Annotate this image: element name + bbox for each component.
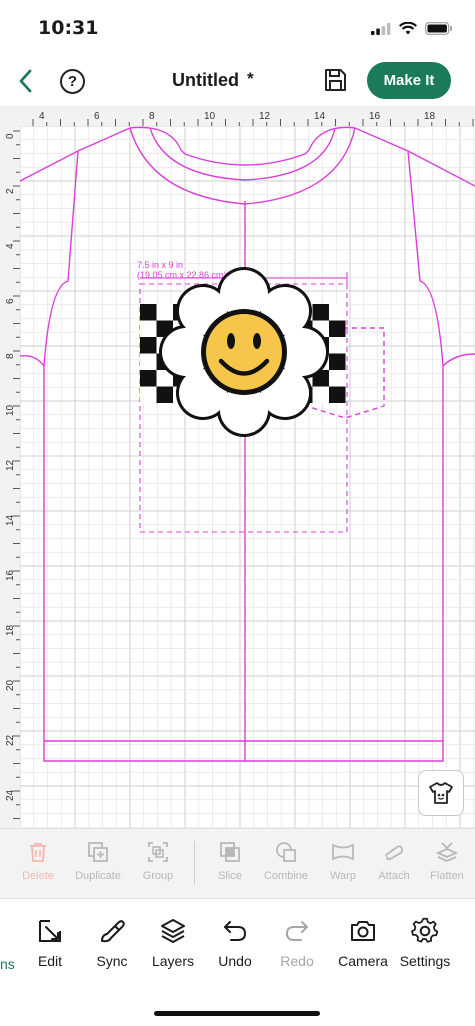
settings-icon: [411, 917, 439, 943]
group-icon: [148, 842, 168, 862]
ruler-left-label: 20: [5, 679, 16, 691]
nav-edit-label: Edit: [37, 953, 63, 969]
camera-icon: [351, 921, 375, 941]
ruler-left-label: 22: [5, 734, 16, 746]
layers-icon: [161, 919, 185, 943]
save-icon: [325, 69, 346, 91]
tshirt-icon: [429, 782, 453, 804]
ruler-left-label: 14: [5, 514, 16, 526]
status-icons: [371, 22, 453, 35]
slice-label: Slice: [218, 870, 242, 882]
bottom-navigation: ns Edit Sync Layers Undo Redo Camera Set…: [0, 898, 475, 1026]
ruler-top-label: 16: [369, 111, 381, 122]
undo-icon: [224, 921, 247, 941]
help-icon: ?: [67, 73, 78, 90]
ruler-left-label: 16: [5, 569, 16, 581]
attach-label: Attach: [378, 870, 410, 882]
home-indicator[interactable]: [154, 1011, 320, 1016]
ruler-left-label: 8: [5, 353, 16, 359]
canvas-drawing[interactable]: 4 6 8 10 12 14 16 18 0 2 4 6 8 10 12 14 …: [0, 106, 475, 828]
delete-label: Delete: [22, 870, 54, 882]
nav-edit[interactable]: Edit: [15, 917, 85, 969]
save-button[interactable]: [322, 67, 348, 93]
ruler-left-label: 2: [5, 188, 16, 194]
flatten-icon: [436, 842, 458, 862]
rulers: 4 6 8 10 12 14 16 18 0 2 4 6 8 10 12 14 …: [0, 106, 475, 828]
flower-smiley-design[interactable]: [140, 267, 346, 437]
ruler-left-label: 24: [5, 789, 16, 801]
ruler-top-label: 12: [259, 111, 271, 122]
sync-icon: [101, 920, 125, 943]
edit-icon: [39, 920, 61, 942]
flatten-button[interactable]: Flatten: [415, 841, 475, 882]
nav-undo[interactable]: Undo: [200, 917, 270, 969]
ruler-top-label: 18: [424, 111, 436, 122]
ruler-left-label: 0: [5, 133, 16, 139]
warp-icon: [332, 843, 354, 861]
nav-settings-label: Settings: [399, 953, 451, 969]
toolbar-divider: [194, 841, 195, 885]
unsaved-indicator: *: [247, 69, 254, 88]
nav-partial-label[interactable]: ns: [0, 956, 15, 972]
delete-button[interactable]: Delete: [6, 841, 70, 882]
smiley-right-eye: [253, 333, 261, 349]
duplicate-button[interactable]: Duplicate: [66, 841, 130, 882]
ruler-top-label: 4: [39, 111, 45, 122]
nav-layers-label: Layers: [151, 953, 195, 969]
wifi-icon: [399, 22, 417, 35]
canvas-grid: [19, 125, 475, 828]
duplicate-label: Duplicate: [75, 870, 121, 882]
design-canvas[interactable]: 4 6 8 10 12 14 16 18 0 2 4 6 8 10 12 14 …: [0, 106, 475, 828]
selection-size-cm: (19.05 cm x 22.86 cm): [137, 270, 227, 280]
battery-icon: [425, 22, 453, 35]
nav-sync-label: Sync: [96, 953, 128, 969]
nav-redo-label: Redo: [280, 953, 314, 969]
nav-settings[interactable]: Settings: [390, 917, 460, 969]
template-toggle-button[interactable]: [418, 770, 464, 816]
combine-button[interactable]: Combine: [254, 841, 318, 882]
status-bar: 10:31: [0, 0, 475, 56]
nav-camera[interactable]: Camera: [328, 917, 398, 969]
attach-icon: [385, 845, 404, 861]
combine-icon: [276, 842, 296, 862]
ruler-top-label: 8: [149, 111, 155, 122]
document-title[interactable]: Untitled: [172, 70, 239, 91]
back-button[interactable]: [10, 64, 40, 98]
ruler-left-label: 4: [5, 243, 16, 249]
nav-layers[interactable]: Layers: [138, 917, 208, 969]
make-it-button[interactable]: Make It: [367, 62, 451, 99]
nav-camera-label: Camera: [338, 953, 388, 969]
selection-size-inches: 7.5 in x 9 in: [137, 260, 183, 270]
slice-button[interactable]: Slice: [198, 841, 262, 882]
smiley-face: [206, 314, 282, 390]
slice-icon: [220, 842, 240, 862]
ruler-left-label: 10: [5, 404, 16, 416]
ruler-left-label: 6: [5, 298, 16, 304]
chevron-left-icon: [19, 69, 32, 93]
cellular-signal-icon: [371, 22, 391, 35]
status-time: 10:31: [38, 17, 99, 39]
ruler-top-label: 14: [314, 111, 326, 122]
nav-sync[interactable]: Sync: [77, 917, 147, 969]
nav-undo-label: Undo: [218, 953, 252, 969]
flatten-label: Flatten: [430, 870, 464, 882]
nav-redo[interactable]: Redo: [262, 917, 332, 969]
ruler-top-label: 6: [94, 111, 100, 122]
ruler-top-label: 10: [204, 111, 216, 122]
combine-label: Combine: [263, 870, 309, 882]
ruler-left-label: 18: [5, 624, 16, 636]
trash-icon: [30, 843, 46, 862]
smiley-left-eye: [227, 333, 235, 349]
redo-icon: [285, 921, 308, 941]
top-header: ? Untitled * Make It: [0, 56, 475, 106]
warp-label: Warp: [330, 870, 356, 882]
group-button[interactable]: Group: [126, 841, 190, 882]
group-label: Group: [142, 870, 174, 882]
duplicate-icon: [88, 842, 108, 862]
edit-toolbar: Delete Duplicate Group Slice Combine War…: [0, 828, 475, 898]
ruler-left-label: 12: [5, 459, 16, 471]
help-button[interactable]: ?: [60, 69, 85, 94]
